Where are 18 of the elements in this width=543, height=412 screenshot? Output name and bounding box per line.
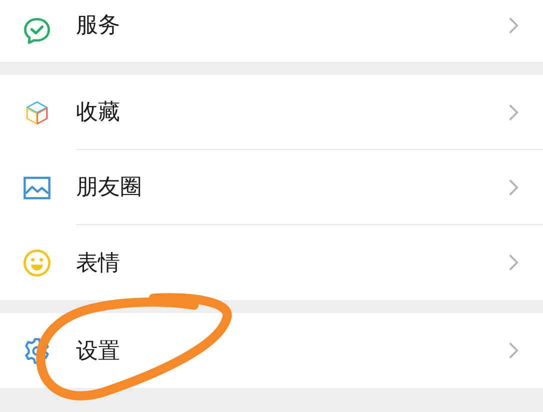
menu-label: 设置 bbox=[76, 338, 120, 366]
chat-check-icon bbox=[22, 16, 52, 46]
menu-label: 收藏 bbox=[76, 99, 120, 127]
menu-label: 表情 bbox=[76, 250, 120, 278]
chevron-icon bbox=[508, 102, 519, 122]
menu-item[interactable]: 服务 bbox=[0, 0, 543, 62]
chevron-icon bbox=[508, 16, 519, 34]
menu-item[interactable]: 收藏 bbox=[0, 75, 543, 150]
menu-label: 朋友圈 bbox=[76, 174, 142, 202]
chevron-icon bbox=[508, 341, 519, 360]
smiley-icon bbox=[22, 248, 52, 278]
menu-item[interactable]: 设置 bbox=[0, 313, 543, 388]
chevron-icon bbox=[508, 253, 519, 272]
menu-item[interactable]: 朋友圈 bbox=[0, 150, 543, 225]
settings-icon bbox=[22, 336, 52, 366]
chevron-icon bbox=[508, 178, 519, 196]
menu-item[interactable]: 表情 bbox=[0, 225, 543, 300]
menu-label: 服务 bbox=[76, 12, 120, 40]
